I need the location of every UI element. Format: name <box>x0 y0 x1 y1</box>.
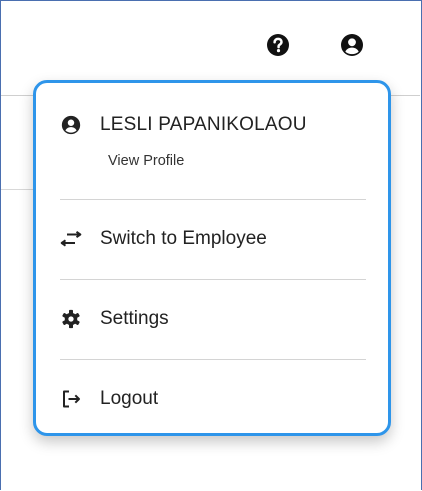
menu-item-settings[interactable]: Settings <box>60 308 368 330</box>
user-circle-icon <box>341 34 363 56</box>
menu-item-logout[interactable]: Logout <box>60 388 368 410</box>
menu-item-label: Switch to Employee <box>100 228 267 249</box>
menu-item-label: Settings <box>100 308 169 329</box>
question-circle-icon <box>267 34 289 56</box>
logout-icon <box>60 388 82 410</box>
menu-divider <box>60 279 366 280</box>
user-circle-icon <box>60 114 82 136</box>
menu-divider <box>60 359 366 360</box>
help-icon[interactable] <box>266 33 290 57</box>
menu-item-switch-to-employee[interactable]: Switch to Employee <box>60 228 368 250</box>
user-name: LESLI PAPANIKOLAOU <box>100 114 307 135</box>
account-dropdown-menu: LESLI PAPANIKOLAOU View Profile Switch t… <box>33 80 391 436</box>
gear-icon <box>60 308 82 330</box>
view-profile-link[interactable]: View Profile <box>108 153 184 169</box>
menu-item-label: Logout <box>100 388 159 409</box>
menu-divider <box>60 199 366 200</box>
menu-user-row: LESLI PAPANIKOLAOU <box>60 114 368 136</box>
switch-arrows-icon <box>60 228 82 250</box>
account-menu-button[interactable] <box>340 33 364 57</box>
